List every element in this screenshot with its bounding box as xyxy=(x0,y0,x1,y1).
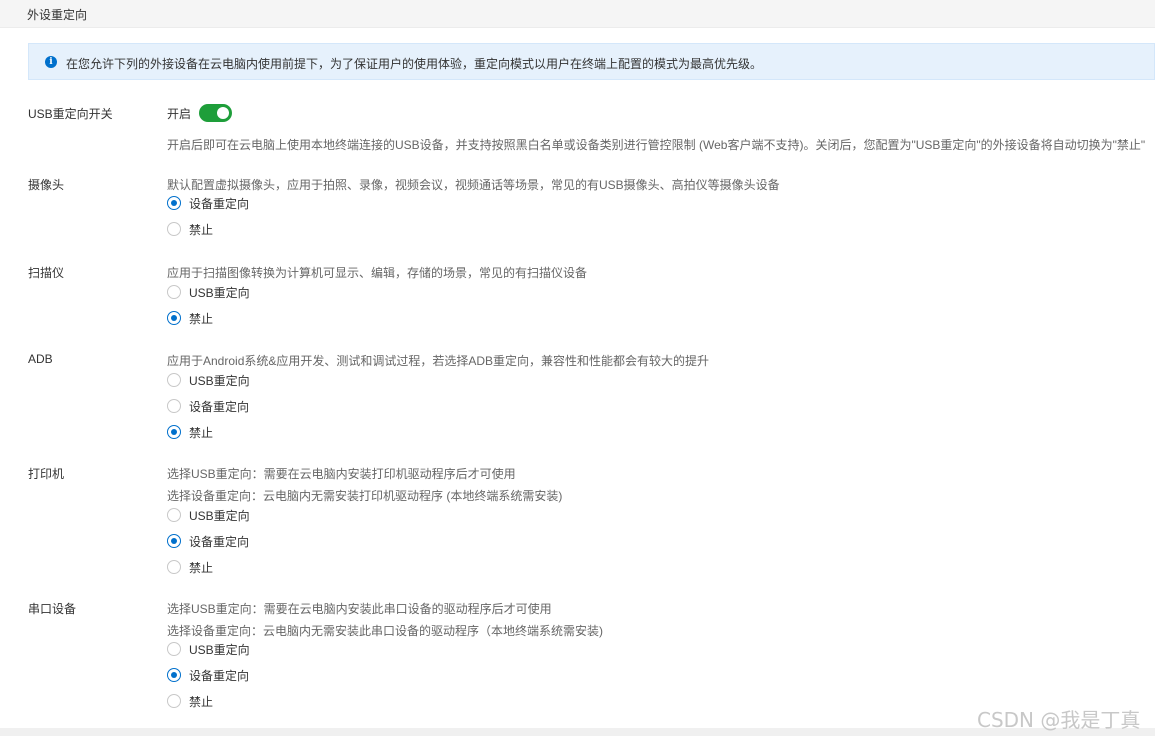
printer-label: 打印机 xyxy=(28,467,65,481)
toggle-knob xyxy=(217,107,229,119)
info-icon: i xyxy=(45,56,57,68)
adb-label: ADB xyxy=(28,352,53,366)
page-title: 外设重定向 xyxy=(27,8,88,22)
serial-description-usb: 选择USB重定向：需要在云电脑内安装此串口设备的驱动程序后才可使用 xyxy=(167,602,552,616)
usb-switch-description: 开启后即可在云电脑上使用本地终端连接的USB设备，并支持按照黑白名单或设备类别进… xyxy=(167,138,1146,152)
scanner-label: 扫描仪 xyxy=(28,266,65,280)
serial-option-device-redirect[interactable]: 设备重定向 xyxy=(167,667,249,683)
adb-description: 应用于Android系统&应用开发、测试和调试过程，若选择ADB重定向，兼容性和… xyxy=(167,354,710,368)
radio-circle-icon xyxy=(167,399,181,413)
camera-option-forbid[interactable]: 禁止 xyxy=(167,221,213,237)
radio-circle-icon xyxy=(167,534,181,548)
usb-redirect-toggle[interactable] xyxy=(199,104,232,122)
serial-option-usb-redirect[interactable]: USB重定向 xyxy=(167,641,250,657)
printer-option-forbid[interactable]: 禁止 xyxy=(167,559,213,575)
serial-label: 串口设备 xyxy=(28,602,77,616)
notice-text: 在您允许下列的外接设备在云电脑内使用前提下，为了保证用户的使用体验，重定向模式以… xyxy=(66,57,763,71)
serial-description-device: 选择设备重定向：云电脑内无需安装此串口设备的驱动程序（本地终端系统需安装) xyxy=(167,624,603,638)
scanner-option-usb-redirect[interactable]: USB重定向 xyxy=(167,284,250,300)
printer-description-usb: 选择USB重定向：需要在云电脑内安装打印机驱动程序后才可使用 xyxy=(167,467,516,481)
scanner-option-forbid[interactable]: 禁止 xyxy=(167,310,213,326)
radio-circle-icon xyxy=(167,642,181,656)
radio-circle-icon xyxy=(167,311,181,325)
scanner-description: 应用于扫描图像转换为计算机可显示、编辑，存储的场景，常见的有扫描仪设备 xyxy=(167,266,588,280)
info-notice: i 在您允许下列的外接设备在云电脑内使用前提下，为了保证用户的使用体验，重定向模… xyxy=(28,43,1155,80)
camera-option-device-redirect[interactable]: 设备重定向 xyxy=(167,195,249,211)
radio-circle-icon xyxy=(167,560,181,574)
adb-option-forbid[interactable]: 禁止 xyxy=(167,424,213,440)
radio-circle-icon xyxy=(167,285,181,299)
adb-option-usb-redirect[interactable]: USB重定向 xyxy=(167,372,250,388)
adb-option-device-redirect[interactable]: 设备重定向 xyxy=(167,398,249,414)
usb-switch-state-text: 开启 xyxy=(167,107,192,121)
radio-circle-icon xyxy=(167,668,181,682)
printer-option-device-redirect[interactable]: 设备重定向 xyxy=(167,533,249,549)
printer-description-device: 选择设备重定向：云电脑内无需安装打印机驱动程序 (本地终端系统需安装) xyxy=(167,489,563,503)
page-header: 外设重定向 xyxy=(0,0,1155,28)
camera-description: 默认配置虚拟摄像头，应用于拍照、录像，视频会议，视频通话等场景，常见的有USB摄… xyxy=(167,178,780,192)
radio-circle-icon xyxy=(167,373,181,387)
usb-switch-label: USB重定向开关 xyxy=(28,107,113,121)
camera-label: 摄像头 xyxy=(28,178,65,192)
radio-circle-icon xyxy=(167,222,181,236)
serial-option-forbid[interactable]: 禁止 xyxy=(167,693,213,709)
radio-circle-icon xyxy=(167,196,181,210)
radio-circle-icon xyxy=(167,694,181,708)
radio-circle-icon xyxy=(167,425,181,439)
radio-circle-icon xyxy=(167,508,181,522)
watermark: CSDN @我是丁真 xyxy=(977,708,1141,732)
printer-option-usb-redirect[interactable]: USB重定向 xyxy=(167,507,250,523)
